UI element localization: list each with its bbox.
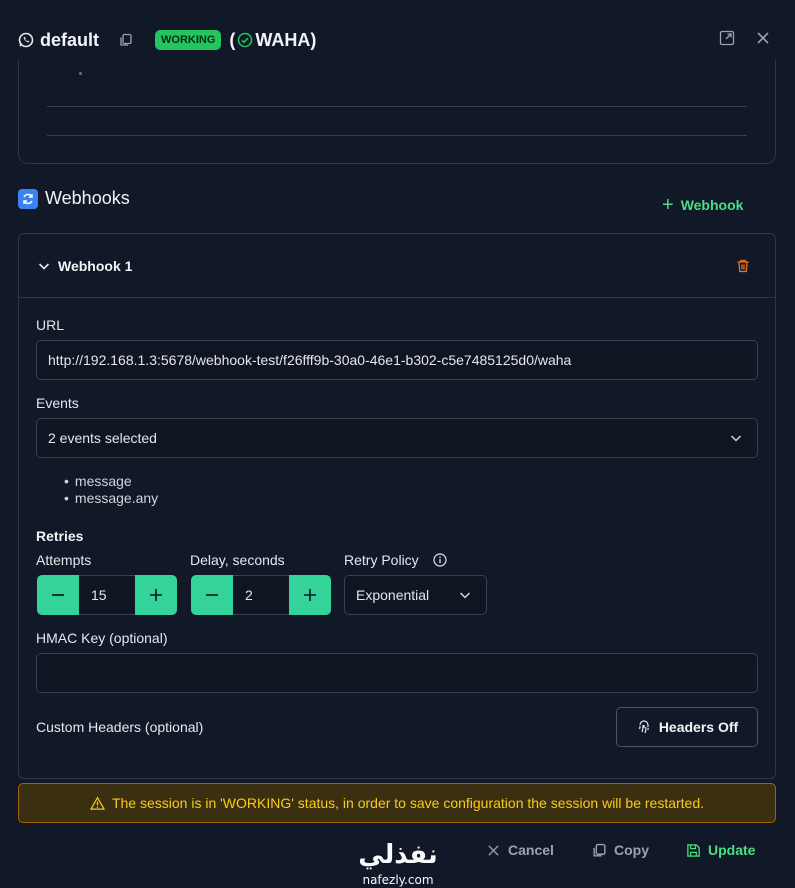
close-icon <box>486 843 501 858</box>
plus-icon: + <box>662 194 674 216</box>
delay-label: Delay, seconds <box>190 552 285 568</box>
selected-events-list: message message.any <box>64 473 158 507</box>
engine-paren: ( <box>229 29 236 50</box>
chevron-down-icon <box>729 431 743 445</box>
update-label: Update <box>708 842 756 858</box>
nafezly-watermark: نفذلي nafezly.com <box>348 835 448 887</box>
events-label: Events <box>36 395 79 411</box>
attempts-stepper: 15 <box>37 575 177 615</box>
list-item: message.any <box>64 490 158 507</box>
chevron-down-icon[interactable] <box>37 259 51 273</box>
add-webhook-button[interactable]: + Webhook <box>662 194 744 216</box>
clipped-text-fragment <box>79 72 82 75</box>
retries-heading: Retries <box>36 528 84 544</box>
trash-icon[interactable] <box>735 258 751 274</box>
engine-label: ( WAHA) <box>229 30 316 51</box>
custom-headers-label: Custom Headers (optional) <box>36 719 204 735</box>
events-select[interactable]: 2 events selected <box>36 418 758 458</box>
copy-label: Copy <box>614 842 649 858</box>
cancel-label: Cancel <box>508 842 554 858</box>
minus-icon <box>52 594 64 596</box>
copy-button[interactable]: Copy <box>592 842 649 858</box>
increment-button[interactable] <box>135 575 177 615</box>
copy-icon <box>592 843 607 858</box>
webhooks-heading: Webhooks <box>45 188 130 208</box>
copy-icon[interactable] <box>119 33 133 47</box>
webhook-title: Webhook 1 <box>58 257 133 274</box>
url-label: URL <box>36 317 65 333</box>
warning-icon <box>89 795 105 811</box>
whatsapp-icon <box>18 32 34 48</box>
divider <box>47 135 747 136</box>
info-icon[interactable] <box>432 553 447 567</box>
webhook-card-header[interactable]: Webhook 1 <box>19 234 775 298</box>
watermark-latin: nafezly.com <box>362 873 433 887</box>
check-circle-icon <box>237 32 253 48</box>
warning-text: The session is in 'WORKING' status, in o… <box>111 795 705 811</box>
retry-policy-text: Retry Policy <box>344 552 419 568</box>
events-selected-value: 2 events selected <box>48 430 157 446</box>
save-icon <box>686 843 701 858</box>
plus-icon <box>304 589 316 601</box>
hmac-input[interactable] <box>36 653 758 693</box>
retry-policy-value: Exponential <box>356 587 430 603</box>
attempts-label: Attempts <box>36 552 92 568</box>
watermark-arabic: نفذلي <box>358 840 438 870</box>
url-input[interactable]: http://192.168.1.3:5678/webhook-test/f26… <box>36 340 758 380</box>
delay-input[interactable]: 2 <box>233 575 289 615</box>
decrement-button[interactable] <box>37 575 79 615</box>
session-name: default <box>40 29 100 50</box>
maximize-icon[interactable] <box>719 30 735 46</box>
add-webhook-label: Webhook <box>680 197 744 213</box>
refresh-icon <box>18 188 38 209</box>
close-icon[interactable] <box>755 30 771 46</box>
chevron-down-icon <box>458 588 472 602</box>
list-item: message <box>64 473 158 490</box>
minus-icon <box>206 594 218 596</box>
plus-icon <box>150 589 162 601</box>
cancel-button[interactable]: Cancel <box>486 842 554 858</box>
engine-name: WAHA) <box>255 29 317 50</box>
status-badge: WORKING <box>155 30 222 50</box>
fingerprint-icon <box>636 719 652 735</box>
divider <box>47 106 747 107</box>
increment-button[interactable] <box>289 575 331 615</box>
headers-toggle-label: Headers Off <box>658 719 739 735</box>
hmac-label: HMAC Key (optional) <box>36 630 168 646</box>
headers-toggle-button[interactable]: Headers Off <box>616 707 758 747</box>
restart-warning: The session is in 'WORKING' status, in o… <box>18 783 776 823</box>
retry-policy-select[interactable]: Exponential <box>344 575 487 615</box>
webhooks-section-title: Webhooks <box>18 188 130 209</box>
update-button[interactable]: Update <box>686 842 755 858</box>
attempts-input[interactable]: 15 <box>79 575 135 615</box>
delay-stepper: 2 <box>191 575 331 615</box>
decrement-button[interactable] <box>191 575 233 615</box>
previous-section-card <box>18 60 776 164</box>
retry-policy-label: Retry Policy <box>344 552 447 568</box>
